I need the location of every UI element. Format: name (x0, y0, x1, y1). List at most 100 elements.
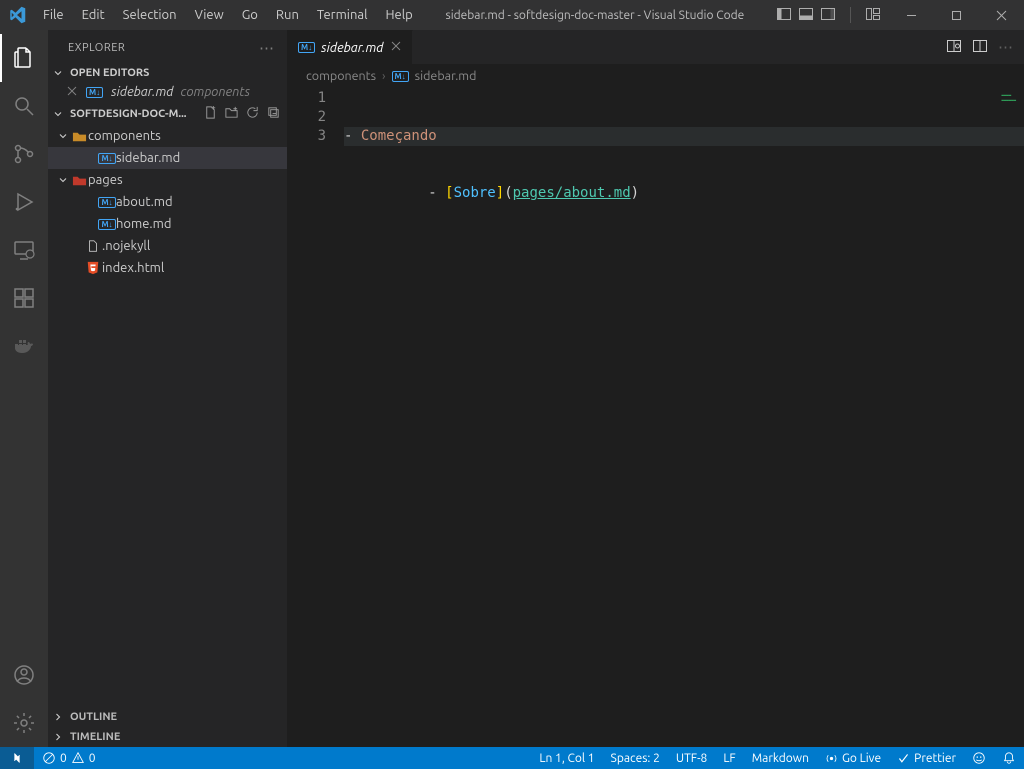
code-link-url: pages/about.md (513, 185, 631, 201)
markdown-file-icon: M↓ (392, 71, 409, 82)
window-title: sidebar.md - softdesign-doc-master - Vis… (422, 9, 768, 22)
code-text: Começando (361, 128, 437, 144)
tree-file-home-md[interactable]: M↓ home.md (48, 213, 287, 235)
tab-label: sidebar.md (321, 41, 383, 55)
menu-go[interactable]: Go (233, 0, 267, 30)
activity-extensions[interactable] (0, 274, 48, 322)
remote-indicator[interactable] (0, 747, 34, 769)
menu-view[interactable]: View (186, 0, 233, 30)
chevron-down-icon (52, 108, 66, 120)
tree-folder-components[interactable]: components (48, 125, 287, 147)
html-file-icon (84, 261, 102, 275)
markdown-file-icon: M↓ (98, 219, 116, 230)
vscode-app-icon (0, 6, 34, 24)
tree-file-nojekyll[interactable]: .nojekyll (48, 235, 287, 257)
status-problems[interactable]: 0 0 (34, 747, 104, 769)
line-gutter: 1 2 3 (288, 87, 340, 747)
minimap[interactable]: ▂▂▂▂▂▂▂▂▂▂ (1002, 91, 1016, 101)
editor-more-icon[interactable]: ⋯ (998, 38, 1014, 56)
activity-source-control[interactable] (0, 130, 48, 178)
code-editor[interactable]: 1 2 3 - Começando - [Sobre](pages/about.… (288, 87, 1024, 747)
layout-controls (768, 6, 889, 25)
breadcrumbs[interactable]: components › M↓ sidebar.md (288, 65, 1024, 87)
window-close-button[interactable] (979, 0, 1024, 30)
menu-run[interactable]: Run (267, 0, 308, 30)
folder-icon (70, 173, 88, 188)
explorer-more-icon[interactable]: ⋯ (259, 39, 275, 57)
chevron-right-icon (52, 711, 66, 723)
open-preview-icon[interactable] (946, 38, 962, 57)
editor-tabs: M↓ sidebar.md ⋯ (288, 30, 1024, 65)
open-editor-filename: sidebar.md (111, 85, 173, 99)
chevron-down-icon (56, 130, 70, 142)
close-editor-icon[interactable] (66, 85, 78, 100)
code-link-text: Sobre (454, 185, 496, 201)
chevron-right-icon (52, 731, 66, 743)
window-maximize-button[interactable] (934, 0, 979, 30)
activity-explorer[interactable] (0, 34, 48, 82)
status-cursor[interactable]: Ln 1, Col 1 (531, 747, 602, 769)
menu-file[interactable]: File (34, 0, 73, 30)
tab-close-icon[interactable] (390, 40, 402, 55)
markdown-file-icon: M↓ (98, 153, 116, 164)
timeline-header[interactable]: TIMELINE (48, 727, 287, 747)
status-notifications-icon[interactable] (994, 747, 1024, 769)
activity-run-debug[interactable] (0, 178, 48, 226)
refresh-icon[interactable] (245, 105, 260, 123)
menu-bar: File Edit Selection View Go Run Terminal… (34, 0, 422, 30)
activity-remote-explorer[interactable] (0, 226, 48, 274)
tree-file-index-html[interactable]: index.html (48, 257, 287, 279)
code-text: - (344, 128, 361, 144)
collapse-all-icon[interactable] (266, 105, 281, 123)
status-feedback-icon[interactable] (964, 747, 994, 769)
status-bar: 0 0 Ln 1, Col 1 Spaces: 2 UTF-8 LF Markd… (0, 747, 1024, 769)
window-minimize-button[interactable] (889, 0, 934, 30)
menu-terminal[interactable]: Terminal (308, 0, 377, 30)
menu-selection[interactable]: Selection (114, 0, 186, 30)
tree-file-sidebar-md[interactable]: M↓ sidebar.md (48, 147, 287, 169)
breadcrumb-file[interactable]: M↓ sidebar.md (392, 69, 477, 83)
titlebar: File Edit Selection View Go Run Terminal… (0, 0, 1024, 30)
status-encoding[interactable]: UTF-8 (668, 747, 715, 769)
tab-sidebar-md[interactable]: M↓ sidebar.md (288, 30, 413, 64)
menu-edit[interactable]: Edit (73, 0, 114, 30)
markdown-file-icon: M↓ (98, 197, 116, 208)
folder-icon (70, 129, 88, 144)
folder-header[interactable]: SOFTDESIGN-DOC-M... (48, 103, 287, 125)
toggle-secondary-sidebar-icon[interactable] (820, 6, 836, 25)
status-eol[interactable]: LF (715, 747, 743, 769)
menu-help[interactable]: Help (376, 0, 421, 30)
file-tree: components M↓ sidebar.md pages M↓ about.… (48, 125, 287, 707)
status-prettier[interactable]: Prettier (889, 747, 964, 769)
breadcrumb-folder[interactable]: components (306, 69, 376, 83)
activity-settings[interactable] (0, 699, 48, 747)
file-icon (84, 239, 102, 253)
markdown-file-icon: M↓ (86, 87, 103, 98)
chevron-down-icon (52, 67, 66, 79)
chevron-right-icon: › (382, 69, 386, 83)
open-editor-hint: components (181, 85, 251, 99)
customize-layout-icon[interactable] (865, 6, 881, 25)
new-file-icon[interactable] (203, 105, 218, 123)
split-editor-icon[interactable] (972, 38, 988, 57)
new-folder-icon[interactable] (224, 105, 239, 123)
activity-accounts[interactable] (0, 651, 48, 699)
status-go-live[interactable]: Go Live (817, 747, 889, 769)
toggle-primary-sidebar-icon[interactable] (776, 6, 792, 25)
code-text: - (411, 185, 445, 201)
tree-folder-pages[interactable]: pages (48, 169, 287, 191)
activity-search[interactable] (0, 82, 48, 130)
outline-header[interactable]: OUTLINE (48, 707, 287, 727)
editor-area: M↓ sidebar.md ⋯ components › M↓ sidebar.… (288, 30, 1024, 747)
tree-file-about-md[interactable]: M↓ about.md (48, 191, 287, 213)
markdown-file-icon: M↓ (298, 42, 315, 53)
activity-docker[interactable] (0, 322, 48, 370)
explorer-title: EXPLORER (68, 42, 125, 54)
explorer-sidebar: EXPLORER ⋯ OPEN EDITORS M↓ sidebar.md co… (48, 30, 288, 747)
open-editor-item[interactable]: M↓ sidebar.md components (48, 81, 287, 103)
open-editors-header[interactable]: OPEN EDITORS (48, 65, 287, 81)
status-language[interactable]: Markdown (744, 747, 817, 769)
toggle-panel-icon[interactable] (798, 6, 814, 25)
chevron-down-icon (56, 174, 70, 186)
status-indent[interactable]: Spaces: 2 (603, 747, 668, 769)
